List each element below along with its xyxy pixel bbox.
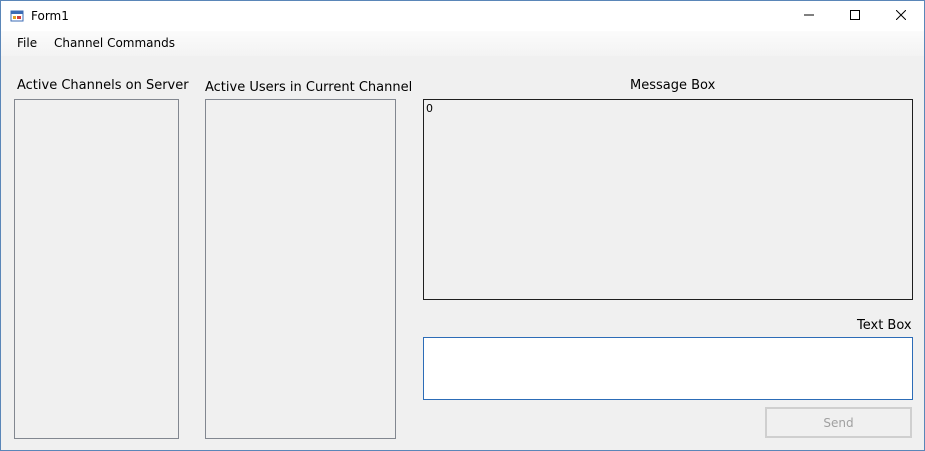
menu-channel-commands[interactable]: Channel Commands [54,36,175,50]
message-box-label: Message Box [630,78,716,93]
title-bar[interactable]: Form1 [1,1,924,31]
form-app-icon [10,9,24,23]
channels-listbox[interactable] [14,99,179,439]
main-window: Form1 File Channel Commands Active Chann… [0,0,925,451]
users-listbox[interactable] [205,99,396,439]
message-box[interactable]: 0 [423,99,913,300]
minimize-icon [804,9,814,23]
message-text-input[interactable] [423,337,913,400]
message-box-content: 0 [426,102,433,115]
text-box-label: Text Box [857,318,912,333]
maximize-button[interactable] [832,1,878,31]
window-title: Form1 [31,9,69,23]
close-button[interactable] [878,1,924,31]
minimize-button[interactable] [786,1,832,31]
channels-label: Active Channels on Server [17,78,189,93]
users-label: Active Users in Current Channel [205,80,413,95]
menu-bar: File Channel Commands [1,31,924,56]
send-button[interactable]: Send [765,407,912,438]
menu-file[interactable]: File [17,36,37,50]
maximize-icon [850,9,860,23]
close-icon [895,9,907,23]
